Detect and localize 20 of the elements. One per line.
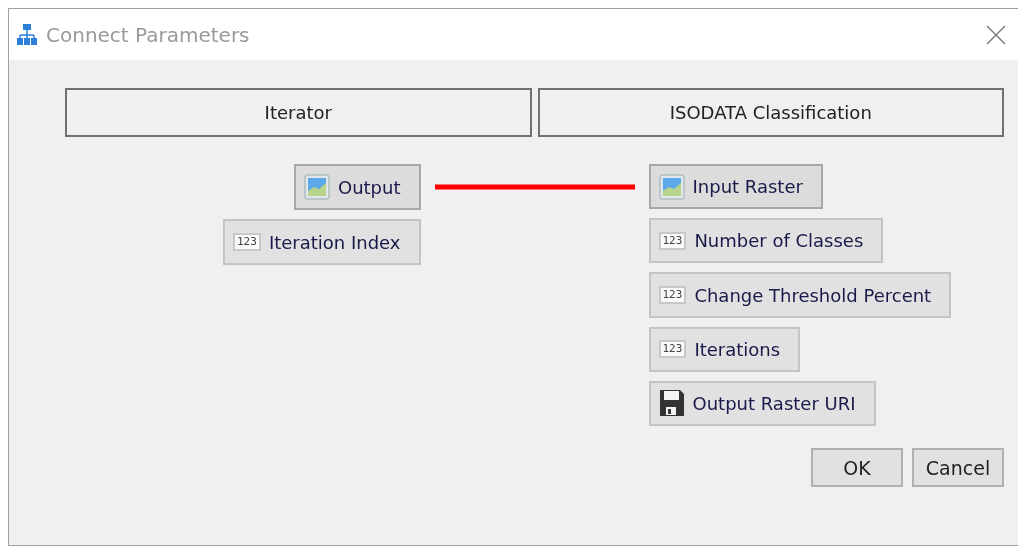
- close-icon[interactable]: [986, 24, 1006, 45]
- parameter-button[interactable]: 123 Iteration Index: [223, 219, 421, 265]
- parameter-button[interactable]: 123 Number of Classes: [648, 218, 884, 264]
- number-icon: 123: [658, 286, 687, 304]
- parameter-button[interactable]: Input Raster: [648, 164, 823, 210]
- raster-icon: [303, 174, 330, 200]
- ok-button[interactable]: OK: [811, 448, 903, 487]
- model-header: ISODATA Classification: [537, 88, 1004, 137]
- parameter-button[interactable]: 123 Change Threshold Percent: [648, 272, 952, 318]
- number-icon: 123: [658, 231, 687, 250]
- number-icon: 123: [233, 233, 261, 251]
- window-title: Connect Parameters: [46, 22, 251, 47]
- parameter-button[interactable]: 123 Iterations: [648, 326, 801, 372]
- number-icon: 123: [658, 340, 687, 359]
- cancel-button[interactable]: Cancel: [912, 448, 1004, 487]
- parameter-button[interactable]: Output: [293, 164, 421, 210]
- hierarchy-icon: [16, 22, 38, 47]
- model-header: Iterator: [65, 88, 532, 137]
- parameter-button[interactable]: Output Raster URI: [648, 380, 876, 426]
- raster-icon: [658, 173, 685, 200]
